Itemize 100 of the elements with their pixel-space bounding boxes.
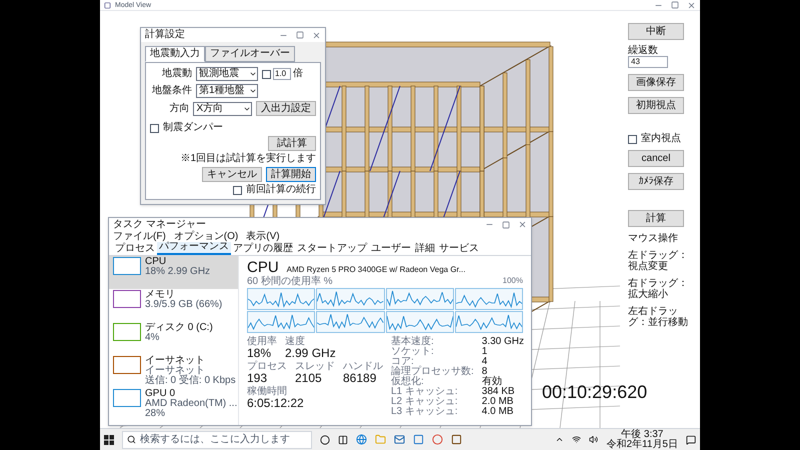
field-label: 方向 [168, 104, 190, 114]
resource-item[interactable]: メモリ 3.9/5.9 GB (66%) [109, 289, 238, 322]
app-tile-icon[interactable] [413, 434, 424, 445]
spec-label: 基本速度: [391, 337, 435, 347]
spec-label: L2 キャッシュ: [391, 397, 459, 407]
stat-value: 2.99 GHz [285, 347, 336, 360]
cpu-usage-graph [316, 288, 384, 310]
resource-detail: 送信: 0 受信: 0 Kbps [145, 376, 236, 386]
maximize-icon[interactable] [502, 220, 510, 228]
resource-detail: イーサネット [145, 366, 206, 376]
resource-detail: AMD Radeon(TM) ... [145, 399, 238, 409]
checkbox-label: 制震ダンパー [163, 123, 223, 133]
spec-value: 2.0 MB [482, 397, 514, 407]
spec-label: L1 キャッシュ: [391, 387, 459, 397]
clock-date[interactable]: 令和2年11月5日 [606, 440, 678, 450]
tab[interactable]: パフォーマンス [157, 242, 231, 255]
spec-value: 1 [482, 347, 488, 357]
panel-button[interactable]: 画像保存 [628, 74, 684, 91]
caret-icon [249, 70, 257, 78]
cpu-heading: CPU [247, 260, 279, 275]
field-label: 地震動 [161, 69, 192, 79]
recorder-timer: 00:10:29:620 [542, 383, 648, 401]
start-button[interactable]: 計算開始 [266, 167, 316, 182]
help-text: 左ドラッグ：視点変更 [628, 250, 689, 272]
panel-button[interactable]: 初期視点 [628, 97, 684, 114]
cpu-usage-graph [247, 311, 316, 333]
tab[interactable]: プロセス [113, 244, 157, 255]
clock-time[interactable]: 午後 3:37 [621, 430, 664, 440]
resource-item[interactable]: GPU 0 AMD Radeon(TM) ... 28% [109, 388, 238, 421]
cpu-usage-graph [316, 311, 384, 333]
spec-label: L3 キャッシュ: [391, 407, 459, 417]
maximize-icon[interactable] [296, 31, 304, 39]
volume-icon[interactable] [589, 435, 598, 444]
resource-item[interactable]: イーサネット イーサネット 送信: 0 受信: 0 Kbps [109, 355, 238, 388]
tab[interactable]: アプリの履歴 [231, 244, 295, 255]
checkbox[interactable] [628, 134, 637, 144]
help-text: 右ドラッグ：拡大縮小 [628, 278, 689, 300]
panel-button[interactable]: ｶﾒﾗ保存 [628, 173, 684, 190]
input-field[interactable]: 43 [628, 56, 668, 68]
help-text: マウス操作 [628, 233, 678, 244]
spec-label: ソケット: [391, 347, 435, 357]
app-tile-icon[interactable] [451, 434, 462, 445]
tab[interactable]: ユーザー [369, 244, 413, 255]
tab[interactable]: サービス [437, 244, 481, 255]
menu-item[interactable]: ファイル(F) [113, 232, 166, 242]
app-icon [104, 2, 111, 8]
close-icon[interactable] [312, 30, 321, 40]
menu-item[interactable]: オプション(O) [174, 232, 238, 242]
spec-label: コア: [391, 357, 414, 367]
io-settings-button[interactable]: 入出力設定 [256, 101, 316, 116]
checkbox[interactable] [233, 186, 242, 194]
tab[interactable]: ファイルオーバー [205, 46, 295, 62]
trial-calc-button[interactable]: 試計算 [268, 136, 316, 151]
resource-name: GPU 0 [145, 389, 176, 399]
dropdown[interactable]: 観測地震 [196, 67, 258, 81]
resource-item[interactable]: ディスク 0 (C:) 4% [109, 322, 238, 355]
dropdown[interactable]: X方向 [193, 102, 252, 116]
panel-button[interactable]: 計算 [628, 210, 684, 227]
resource-name: メモリ [145, 290, 176, 300]
search-field[interactable]: 検索するには、ここに入力します [122, 430, 312, 448]
checkbox[interactable] [150, 124, 159, 132]
checkbox[interactable] [262, 70, 271, 78]
graph-max: 100% [502, 277, 523, 287]
spec-value: 4 [482, 357, 488, 367]
resource-item[interactable]: CPU 18% 2.99 GHz [109, 256, 238, 289]
cpu-usage-graph [454, 311, 523, 333]
search-icon [127, 435, 136, 444]
tab[interactable]: スタートアップ [295, 244, 369, 255]
panel-button[interactable]: cancel [628, 150, 684, 167]
dropdown[interactable]: 第1種地盤 [196, 84, 258, 98]
mail-icon[interactable] [394, 434, 405, 445]
maximize-icon[interactable] [671, 1, 679, 9]
graph-label: 60 秒間の使用率 % [247, 277, 333, 287]
stat-value: 2105 [295, 372, 323, 385]
stat-label: プロセス [247, 362, 287, 372]
network-icon[interactable] [572, 435, 582, 444]
spec-value: 3.30 GHz [482, 337, 524, 347]
chevron-up-icon[interactable] [555, 435, 564, 444]
input-field[interactable]: 1.0 [273, 68, 291, 80]
panel-button[interactable]: 中断 [628, 23, 684, 40]
windows-logo-icon[interactable] [104, 434, 114, 444]
tab[interactable]: 詳細 [413, 244, 437, 255]
close-icon[interactable] [518, 220, 527, 229]
menu-item[interactable]: 表示(V) [246, 232, 280, 242]
globe-icon[interactable] [356, 434, 367, 445]
checkbox-label: 室内視点 [641, 134, 681, 144]
stat-label: スレッド [295, 362, 335, 372]
close-icon[interactable] [687, 0, 696, 10]
spec-value: 8 [482, 367, 488, 377]
tab[interactable]: 地震動入力 [145, 46, 205, 62]
notification-icon[interactable] [686, 434, 696, 444]
resource-detail: 4% [145, 333, 160, 343]
note-text: ※1回目は試計算を実行します [179, 154, 316, 164]
stat-label: 稼働時間 [247, 387, 288, 397]
cpu-usage-graph [247, 288, 316, 310]
cancel-button[interactable]: キャンセル [202, 167, 262, 182]
checkbox-label: 前回計算の続行 [246, 185, 316, 195]
dialog-title: 計算設定 [145, 30, 185, 40]
stat-value: 86189 [343, 372, 378, 385]
task-view-icon[interactable] [338, 434, 348, 444]
